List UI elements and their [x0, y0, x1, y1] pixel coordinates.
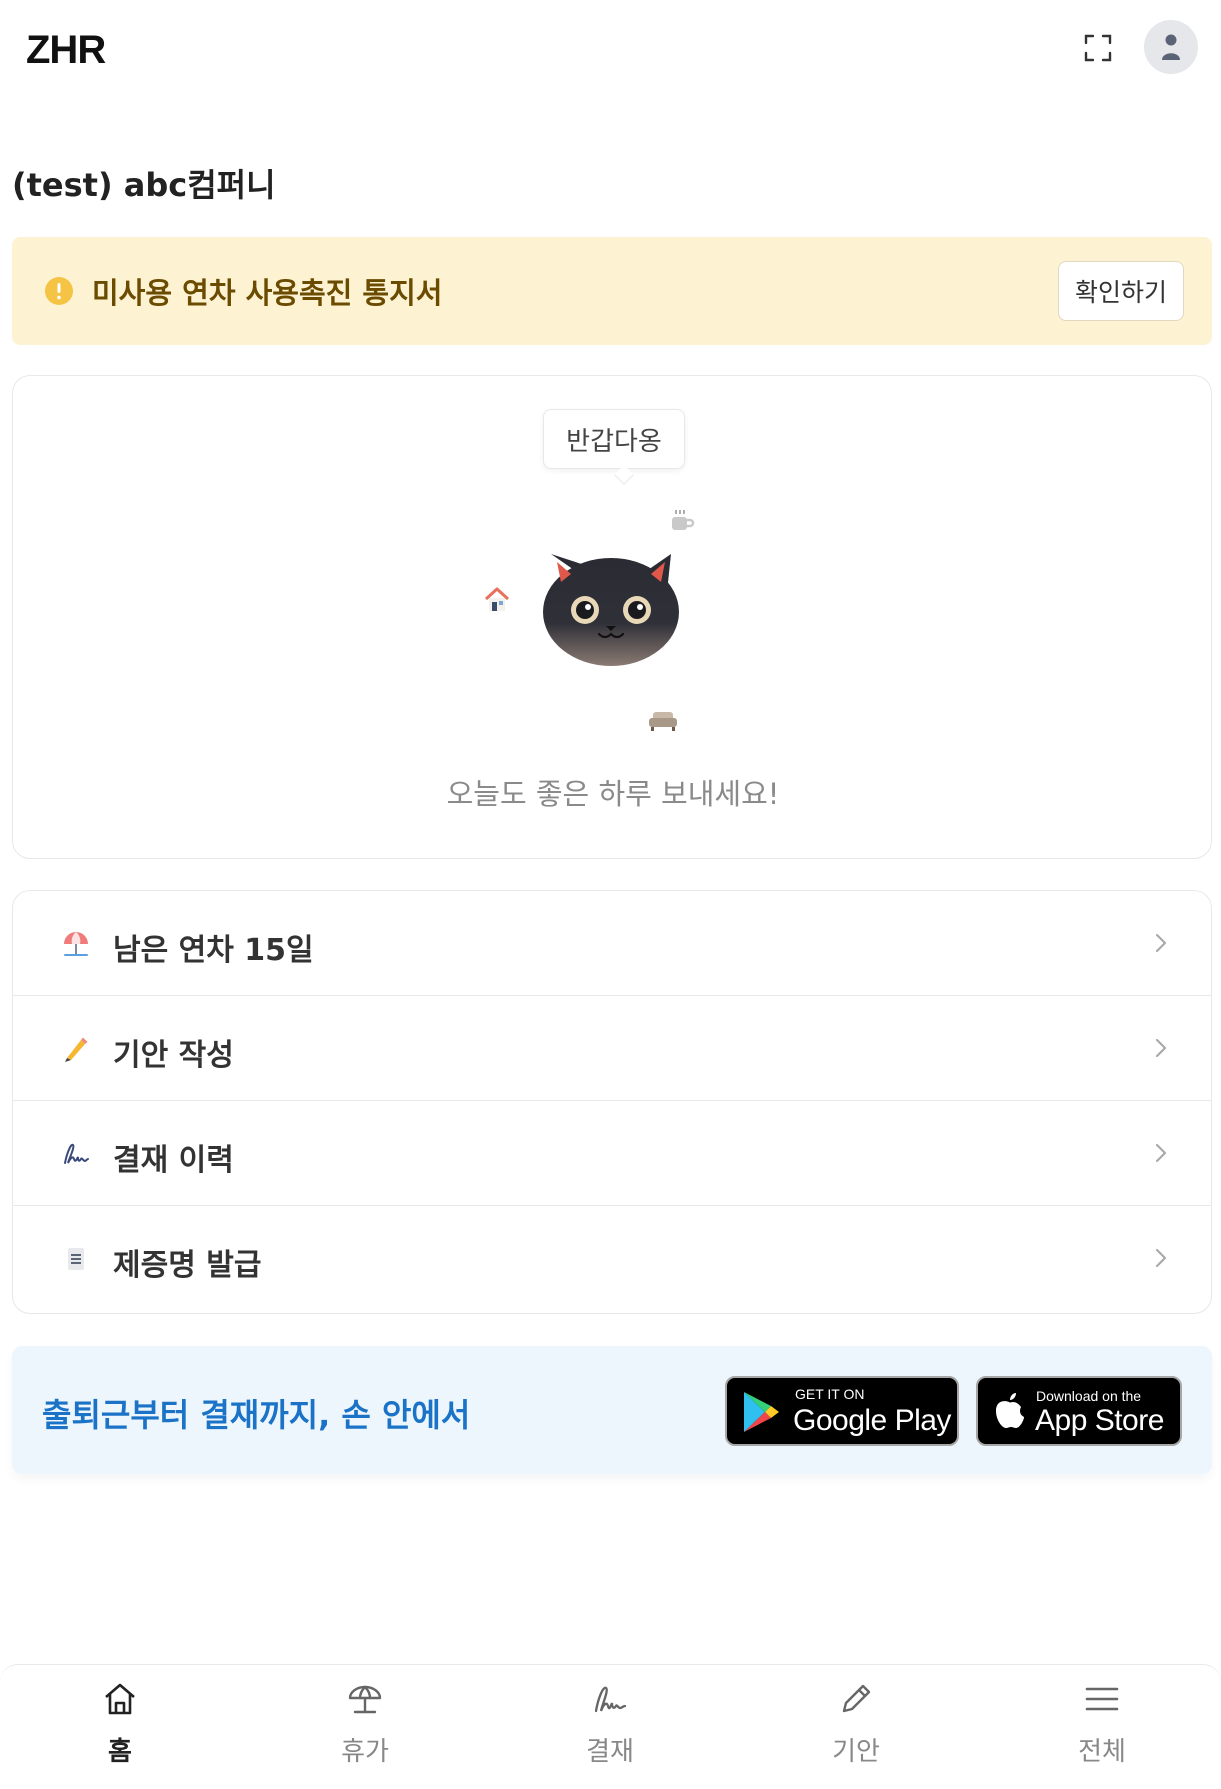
signature-icon [594, 1686, 627, 1713]
apple-icon [996, 1393, 1024, 1428]
pencil-icon [842, 1684, 871, 1713]
house-icon [484, 587, 510, 611]
nav-tab-all[interactable]: 전체 [1022, 1665, 1182, 1789]
chevron-right-icon [1155, 1038, 1167, 1058]
fullscreen-button[interactable] [1080, 30, 1116, 66]
pencil-icon [65, 1037, 88, 1062]
google-play-button[interactable]: GET IT ON Google Play [725, 1376, 959, 1446]
logo[interactable]: ZHR [26, 28, 106, 73]
menu-item-certificate[interactable]: 제증명 발급 [13, 1206, 1211, 1311]
nav-label: 전체 [1078, 1737, 1126, 1767]
google-play-big-text: Google Play [793, 1404, 951, 1437]
chevron-right-icon [1155, 1248, 1167, 1268]
nav-label: 기안 [832, 1737, 880, 1767]
nav-label: 휴가 [341, 1737, 389, 1767]
nav-tab-leave[interactable]: 휴가 [285, 1665, 445, 1789]
fullscreen-icon [1084, 34, 1112, 62]
nav-label: 결재 [586, 1737, 634, 1767]
nav-tab-draft[interactable]: 기안 [776, 1665, 936, 1789]
umbrella-icon [348, 1685, 382, 1714]
app-store-small-text: Download on the [1036, 1388, 1142, 1404]
warning-icon [45, 277, 73, 305]
beach-umbrella-icon [64, 932, 88, 956]
user-icon [1162, 34, 1180, 60]
notice-confirm-button[interactable]: 확인하기 [1058, 261, 1184, 321]
menu-item-approval-history[interactable]: 결재 이력 [13, 1101, 1211, 1206]
nav-tab-approval[interactable]: 결재 [530, 1665, 690, 1789]
chevron-right-icon [1155, 933, 1167, 953]
greeting-message: 오늘도 좋은 하루 보내세요! [446, 777, 780, 811]
google-play-small-text: GET IT ON [795, 1386, 865, 1402]
avatar[interactable] [1144, 20, 1198, 74]
quick-menu: 남은 연차 15일 기안 작성 결재 이력 제증명 발급 [12, 890, 1212, 1314]
notice-banner: 미사용 연차 사용촉진 통지서 확인하기 [12, 237, 1212, 345]
menu-item-write-draft[interactable]: 기안 작성 [13, 996, 1211, 1101]
greeting-card: 반갑다옹 오늘도 좋은 하루 보내세요! [12, 375, 1212, 859]
menu-item-label: 기안 작성 [113, 1038, 234, 1073]
menu-item-label: 결재 이력 [113, 1143, 234, 1178]
menu-item-label: 제증명 발급 [113, 1248, 262, 1283]
company-name: (test) abc컴퍼니 [12, 166, 276, 204]
signature-icon [64, 1143, 89, 1164]
speech-bubble: 반갑다옹 [543, 409, 685, 469]
app-store-big-text: App Store [1035, 1404, 1164, 1437]
menu-icon [1085, 1687, 1119, 1711]
sofa-icon [649, 712, 677, 731]
promo-text: 출퇴근부터 결재까지, 손 안에서 [42, 1396, 471, 1434]
app-promo-banner: 출퇴근부터 결재까지, 손 안에서 GET IT ON Google Play … [12, 1346, 1212, 1474]
menu-item-label: 남은 연차 15일 [113, 933, 314, 968]
bottom-navigation: 홈 휴가 결재 기안 전체 [0, 1664, 1221, 1788]
app-header: ZHR [0, 0, 1221, 100]
google-play-icon [744, 1392, 779, 1432]
chevron-right-icon [1155, 1143, 1167, 1163]
nav-tab-home[interactable]: 홈 [40, 1665, 200, 1789]
cat-mascot [543, 554, 679, 666]
notice-text: 미사용 연차 사용촉진 통지서 [92, 276, 443, 310]
menu-item-remaining-leave[interactable]: 남은 연차 15일 [13, 891, 1211, 996]
app-store-button[interactable]: Download on the App Store [976, 1376, 1182, 1446]
nav-label: 홈 [108, 1737, 132, 1767]
home-icon [105, 1683, 135, 1715]
document-icon [68, 1248, 84, 1270]
